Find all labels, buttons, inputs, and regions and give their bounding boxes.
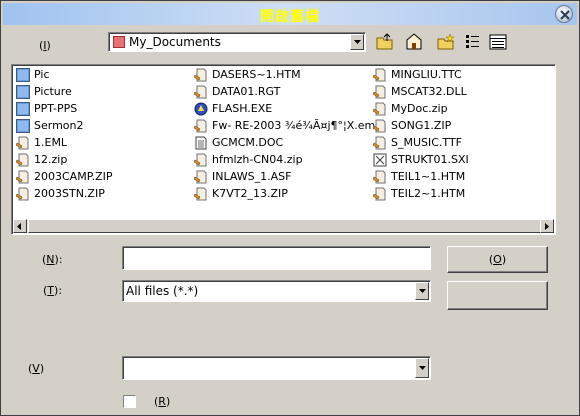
file-name: STRUKT01.SXI: [391, 153, 469, 166]
folder-icon: [16, 85, 30, 99]
filetype-dropdown-button[interactable]: [415, 282, 429, 300]
file-name: TEIL1~1.HTM: [391, 170, 466, 183]
arrow-left-icon: [17, 223, 21, 230]
file-name: 1.EML: [34, 136, 68, 149]
details-view-button[interactable]: [487, 31, 509, 53]
home-folder-icon: [406, 33, 422, 50]
file-icon: [372, 170, 387, 184]
arrow-right-icon: [545, 223, 549, 230]
title-bar[interactable]: 開啟舊檔: [3, 3, 577, 25]
file-name: PPT-PPS: [34, 102, 78, 115]
file-icon: [193, 153, 208, 167]
details-view-icon: [489, 34, 507, 50]
scroll-thumb[interactable]: [28, 219, 541, 233]
filename-label: (N):: [42, 253, 63, 266]
lookin-combo[interactable]: My_Documents: [108, 32, 366, 52]
list-view-icon: [466, 35, 479, 48]
chevron-down-icon: [354, 40, 361, 44]
version-combo[interactable]: [122, 356, 431, 380]
list-view-button[interactable]: [462, 31, 484, 53]
file-icon: [15, 170, 30, 184]
filetype-label: (T):: [43, 284, 63, 297]
file-list[interactable]: Pic Picture PPT-PPS Sermon2 1.EML 12.zip 2003C…: [11, 64, 556, 235]
file-name: DATA01.RGT: [212, 85, 281, 98]
file-icon: [372, 136, 387, 150]
version-dropdown-button[interactable]: [415, 358, 429, 378]
exe-icon: [194, 102, 208, 116]
open-button-label: (O): [488, 253, 507, 266]
file-icon: [15, 153, 30, 167]
file-icon: [193, 119, 208, 133]
filetype-value: All files (*.*): [126, 284, 199, 298]
scroll-right-button[interactable]: [540, 219, 554, 233]
open-button[interactable]: (O): [447, 246, 548, 273]
file-name: Sermon2: [34, 119, 84, 132]
sxi-icon: [373, 153, 387, 167]
lookin-label: (I): [39, 39, 51, 52]
lookin-dropdown-button[interactable]: [350, 34, 364, 50]
doc-icon: [194, 136, 208, 150]
folder-icon: [16, 68, 30, 82]
file-icon: [15, 136, 30, 150]
version-label: (V): [28, 362, 45, 375]
folder-icon: [16, 119, 30, 133]
lookin-value: My_Documents: [129, 35, 221, 49]
file-name: 12.zip: [34, 153, 68, 166]
filetype-combo[interactable]: All files (*.*): [122, 280, 431, 302]
readonly-checkbox[interactable]: [123, 395, 136, 408]
chevron-down-icon: [419, 289, 426, 293]
file-name: 2003STN.ZIP: [34, 187, 105, 200]
file-name: Pic: [34, 68, 50, 81]
file-icon: [372, 85, 387, 99]
file-name: MyDoc.zip: [391, 102, 448, 115]
file-name: S_MUSIC.TTF: [391, 136, 463, 149]
chevron-down-icon: [419, 366, 426, 370]
open-file-dialog: 開啟舊檔 (I) My_Documents Pic Picture PPT-PPS S…: [0, 0, 580, 416]
file-name: 2003CAMP.ZIP: [34, 170, 113, 183]
cancel-button[interactable]: [447, 281, 548, 310]
file-icon: [193, 85, 208, 99]
filename-input[interactable]: [122, 246, 431, 270]
file-icon: [372, 187, 387, 201]
file-name: GCMCM.DOC: [212, 136, 284, 149]
file-name: SONG1.ZIP: [391, 119, 452, 132]
file-name: Fw- RE-2003 ¾é¾Ã¤j¶°¦X.eml: [212, 119, 379, 132]
new-folder-icon: [437, 33, 455, 50]
file-name: FLASH.EXE: [212, 102, 273, 115]
file-name: hfmlzh-CN04.zip: [212, 153, 303, 166]
home-folder-button[interactable]: [403, 31, 425, 53]
window-title: 開啟舊檔: [260, 9, 320, 25]
file-name: Picture: [34, 85, 72, 98]
file-name: DASERS~1.HTM: [212, 68, 301, 81]
file-name: INLAWS_1.ASF: [212, 170, 292, 183]
file-name: K7VT2_13.ZIP: [212, 187, 288, 200]
file-name: MINGLIU.TTC: [391, 68, 462, 81]
file-icon: [15, 187, 30, 201]
file-name: TEIL2~1.HTM: [391, 187, 466, 200]
file-icon: [372, 68, 387, 82]
scroll-left-button[interactable]: [13, 219, 27, 233]
file-icon: [372, 102, 387, 116]
file-name: MSCAT32.DLL: [391, 85, 467, 98]
close-icon: [560, 10, 570, 20]
drive-folder-icon: [113, 36, 125, 48]
up-folder-button[interactable]: [374, 31, 396, 53]
file-icon: [193, 170, 208, 184]
new-folder-button[interactable]: [435, 31, 457, 53]
file-icon: [193, 187, 208, 201]
horizontal-scrollbar[interactable]: [13, 219, 554, 233]
readonly-label: (R): [154, 395, 171, 408]
close-button[interactable]: [555, 5, 573, 23]
folder-icon: [16, 102, 30, 116]
file-icon: [372, 119, 387, 133]
file-icon: [193, 68, 208, 82]
up-folder-icon: [376, 33, 393, 50]
